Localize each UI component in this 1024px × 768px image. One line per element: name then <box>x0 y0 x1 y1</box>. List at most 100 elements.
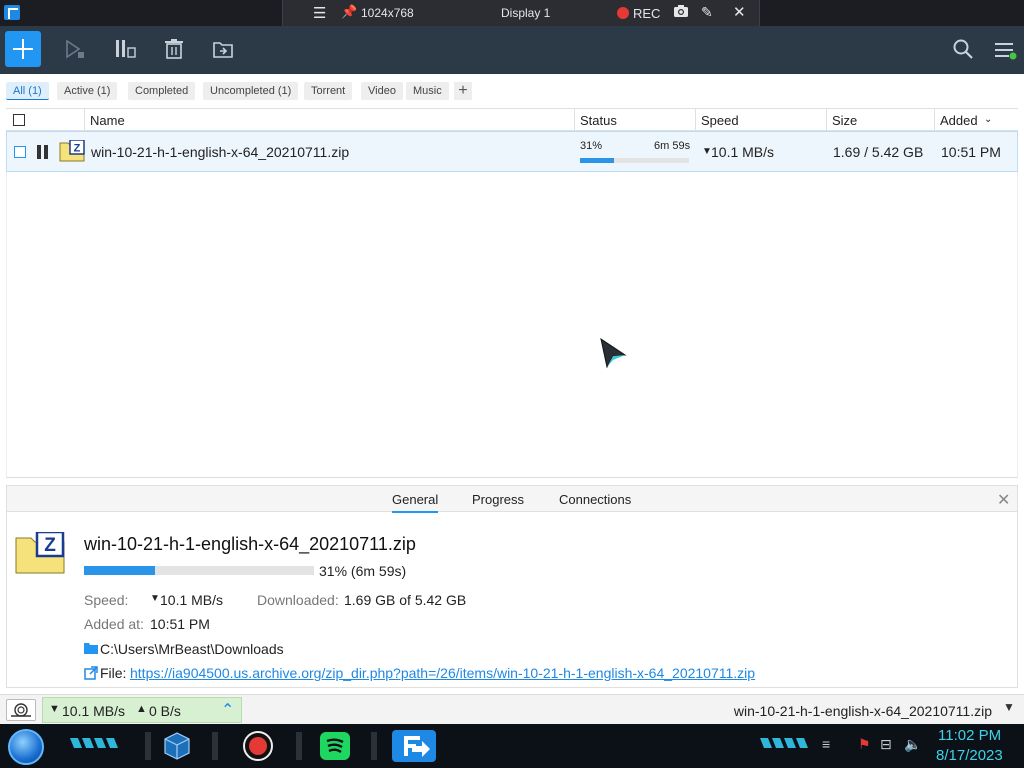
start-button[interactable] <box>8 729 44 765</box>
column-status[interactable]: Status <box>580 113 617 128</box>
taskbar-divider <box>212 732 218 760</box>
virtualbox-icon[interactable] <box>160 730 194 762</box>
select-all-checkbox[interactable] <box>13 114 25 126</box>
resolution-label[interactable]: 1024x768 <box>361 6 414 20</box>
add-filter-button[interactable]: + <box>454 82 472 100</box>
close-panel-icon[interactable]: ✕ <box>997 490 1010 510</box>
file-url-link[interactable]: https://ia904500.us.archive.org/zip_dir.… <box>130 665 755 681</box>
open-folder-icon[interactable] <box>212 38 234 60</box>
downloaded-value: 1.69 GB of 5.42 GB <box>344 592 467 608</box>
pause-icon[interactable] <box>37 145 49 159</box>
status-current-file: win-10-21-h-1-english-x-64_20210711.zip <box>733 703 992 719</box>
file-name: win-10-21-h-1-english-x-64_20210711.zip <box>91 144 350 160</box>
column-divider <box>934 109 935 131</box>
details-progress-bar <box>84 566 314 575</box>
column-divider <box>826 109 827 131</box>
sort-desc-icon[interactable]: ⌄ <box>984 114 992 125</box>
speed-limiter-snail-icon[interactable] <box>6 699 36 721</box>
column-added[interactable]: Added <box>940 113 978 128</box>
download-list-empty-area[interactable] <box>6 172 1018 478</box>
tab-general[interactable]: General <box>392 492 439 513</box>
row-checkbox[interactable] <box>14 146 26 158</box>
column-divider <box>84 109 85 131</box>
column-size[interactable]: Size <box>832 113 857 128</box>
speed-summary[interactable]: ▼ 10.1 MB/s ▲ 0 B/s ⌃ <box>42 697 242 723</box>
pin-icon[interactable]: 📌 <box>341 4 357 20</box>
download-folder-link[interactable]: C:\Users\MrBeast\Downloads <box>100 641 284 657</box>
filter-bar: All (1) Active (1) Completed Uncompleted… <box>0 74 1024 108</box>
svg-text:Z: Z <box>44 535 56 556</box>
column-speed[interactable]: Speed <box>701 113 739 128</box>
row-progress-bar <box>580 158 689 163</box>
folder-icon[interactable] <box>84 641 98 654</box>
main-toolbar <box>0 26 1024 74</box>
row-progress-fill <box>580 158 614 163</box>
progress-percent: 31% <box>580 140 603 152</box>
record-button[interactable]: REC <box>633 6 660 21</box>
details-progress-fill <box>84 566 156 575</box>
chevron-up-icon[interactable]: ⌃ <box>221 700 234 720</box>
down-arrow-icon: ▼ <box>150 593 160 604</box>
remote-center-toolbar: ☰ 📌 1024x768 Display 1 REC ✎ ✕ <box>282 0 760 26</box>
tab-connections[interactable]: Connections <box>559 492 631 507</box>
mouse-cursor-icon <box>598 336 628 370</box>
down-arrow-icon: ▼ <box>49 703 60 715</box>
clock-date[interactable]: 8/17/2023 <box>936 747 1003 764</box>
filter-all[interactable]: All (1) <box>6 82 49 100</box>
filter-music[interactable]: Music <box>406 82 449 100</box>
row-size: 1.69 / 5.42 GB <box>833 144 924 160</box>
pen-icon[interactable]: ✎ <box>701 4 713 21</box>
app-logo-icon <box>4 5 20 20</box>
zip-file-icon: Z <box>59 139 85 162</box>
filter-torrent[interactable]: Torrent <box>304 82 353 100</box>
network-icon[interactable]: ⊟ <box>880 736 892 753</box>
svg-text:Z: Z <box>74 143 81 155</box>
status-up-speed: 0 B/s <box>149 703 181 719</box>
taskbar-divider <box>145 732 151 760</box>
column-name[interactable]: Name <box>90 113 125 128</box>
flag-icon[interactable]: ⚑ <box>858 736 871 753</box>
camera-icon[interactable] <box>673 4 689 18</box>
filter-completed[interactable]: Completed <box>128 82 196 100</box>
filter-video[interactable]: Video <box>361 82 403 100</box>
hamburger-icon[interactable]: ☰ <box>313 4 326 22</box>
column-divider <box>695 109 696 131</box>
search-icon[interactable] <box>952 38 974 60</box>
record-dot-icon[interactable] <box>617 7 629 19</box>
filter-active[interactable]: Active (1) <box>57 82 118 100</box>
display-selector[interactable]: Display 1 <box>501 6 550 20</box>
filter-uncompleted[interactable]: Uncompleted (1) <box>203 82 299 100</box>
status-down-speed: 10.1 MB/s <box>62 703 126 719</box>
trash-icon[interactable] <box>163 38 185 60</box>
screen-recorder-icon[interactable] <box>241 730 275 762</box>
table-row[interactable]: Z win-10-21-h-1-english-x-64_20210711.zi… <box>6 131 1018 172</box>
zip-file-large-icon: Z <box>15 530 65 574</box>
details-tabs: General Progress Connections ✕ <box>7 486 1017 513</box>
spotify-icon[interactable] <box>318 730 352 762</box>
taskbar-decoration-icon <box>70 738 118 748</box>
chevron-down-icon[interactable]: ▼ <box>1003 700 1015 714</box>
table-header: Name Status Speed Size Added ⌄ <box>6 108 1018 131</box>
speed-label: Speed: <box>84 592 129 608</box>
tab-progress[interactable]: Progress <box>472 492 524 507</box>
column-divider <box>574 109 575 131</box>
taskbar-divider <box>371 732 377 760</box>
volume-icon[interactable]: 🔈 <box>904 736 921 753</box>
clock-time[interactable]: 11:02 PM <box>938 727 1001 744</box>
time-left: 6m 59s <box>654 140 691 152</box>
added-value: 10:51 PM <box>150 616 210 632</box>
close-icon[interactable]: ✕ <box>733 3 746 21</box>
add-download-button[interactable] <box>5 31 41 67</box>
status-bar: ▼ 10.1 MB/s ▲ 0 B/s ⌃ win-10-21-h-1-engl… <box>0 694 1024 724</box>
downloaded-label: Downloaded: <box>257 592 339 608</box>
file-label: File: <box>100 665 127 681</box>
resume-icon[interactable] <box>64 38 86 60</box>
details-file-title: win-10-21-h-1-english-x-64_20210711.zip <box>84 534 416 554</box>
up-arrow-icon: ▲ <box>136 703 147 715</box>
keyboard-icon[interactable]: ≡ <box>822 736 830 752</box>
main-menu-icon[interactable] <box>994 40 1018 60</box>
download-manager-taskbar-icon[interactable] <box>392 730 436 762</box>
added-label: Added at: <box>84 616 144 632</box>
stop-all-icon[interactable] <box>114 38 136 60</box>
external-link-icon[interactable] <box>84 666 98 680</box>
